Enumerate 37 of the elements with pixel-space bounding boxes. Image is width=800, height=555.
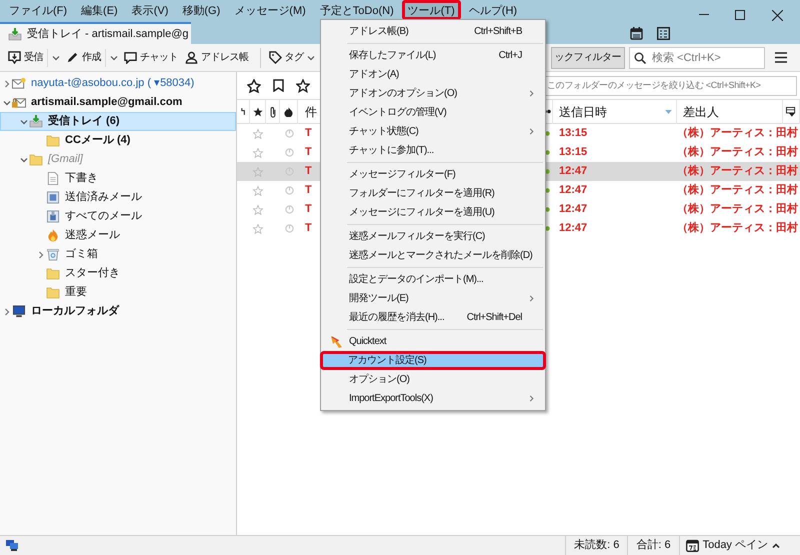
tab-label: 受信トレイ - artismail.sample@g xyxy=(27,26,189,42)
message-date: 12:47 xyxy=(559,222,588,234)
total-count: 合計: 6 xyxy=(627,536,679,555)
message-sender: （株）アーティス：田村 xyxy=(677,146,798,158)
message-subject: T xyxy=(305,127,312,140)
folder-label: [Gmail] xyxy=(48,152,83,168)
message-sender: （株）アーティス：田村 xyxy=(677,165,798,178)
folder-label: スター付き xyxy=(65,266,120,282)
message-date: 13:15 xyxy=(559,127,588,140)
shortcut-text: Ctrl+J xyxy=(498,49,522,63)
message-subject: T xyxy=(305,146,312,158)
shortcut-text: Ctrl+Shift+Del xyxy=(466,311,522,325)
message-subject: T xyxy=(305,165,312,178)
message-sender: （株）アーティス：田村 xyxy=(677,127,798,140)
shortcut-text: Ctrl+Shift+B xyxy=(474,25,522,39)
folder-label: ローカルフォルダ xyxy=(31,304,119,320)
folder-label: すべてのメール xyxy=(65,209,142,224)
message-sender: （株）アーティス：田村 xyxy=(677,222,798,234)
message-date: 12:47 xyxy=(559,165,588,178)
message-subject: T xyxy=(305,184,312,196)
message-date: 12:47 xyxy=(559,203,588,216)
message-subject: T xyxy=(305,222,312,234)
message-date: 12:47 xyxy=(559,184,588,196)
folder-label: artismail.sample@gmail.com xyxy=(31,95,182,110)
message-subject: T xyxy=(305,203,312,216)
folder-label: 重要 xyxy=(65,285,87,300)
folder-label: 受信トレイ (6) xyxy=(48,114,120,130)
unread-count: 未読数: 6 xyxy=(565,536,628,555)
folder-label: 下書き xyxy=(65,171,98,186)
folder-label: 送信済みメール xyxy=(65,190,142,206)
message-date: 13:15 xyxy=(559,146,588,158)
message-sender: （株）アーティス：田村 xyxy=(677,203,798,216)
message-sender: （株）アーティス：田村 xyxy=(677,184,798,196)
folder-label: CCメール (4) xyxy=(65,133,130,148)
folder-label: 迷惑メール xyxy=(65,228,120,244)
folder-label: ゴミ箱 xyxy=(65,247,98,262)
folder-label: nayuta-t@asobou.co.jp ( ▾58034) xyxy=(31,76,194,92)
